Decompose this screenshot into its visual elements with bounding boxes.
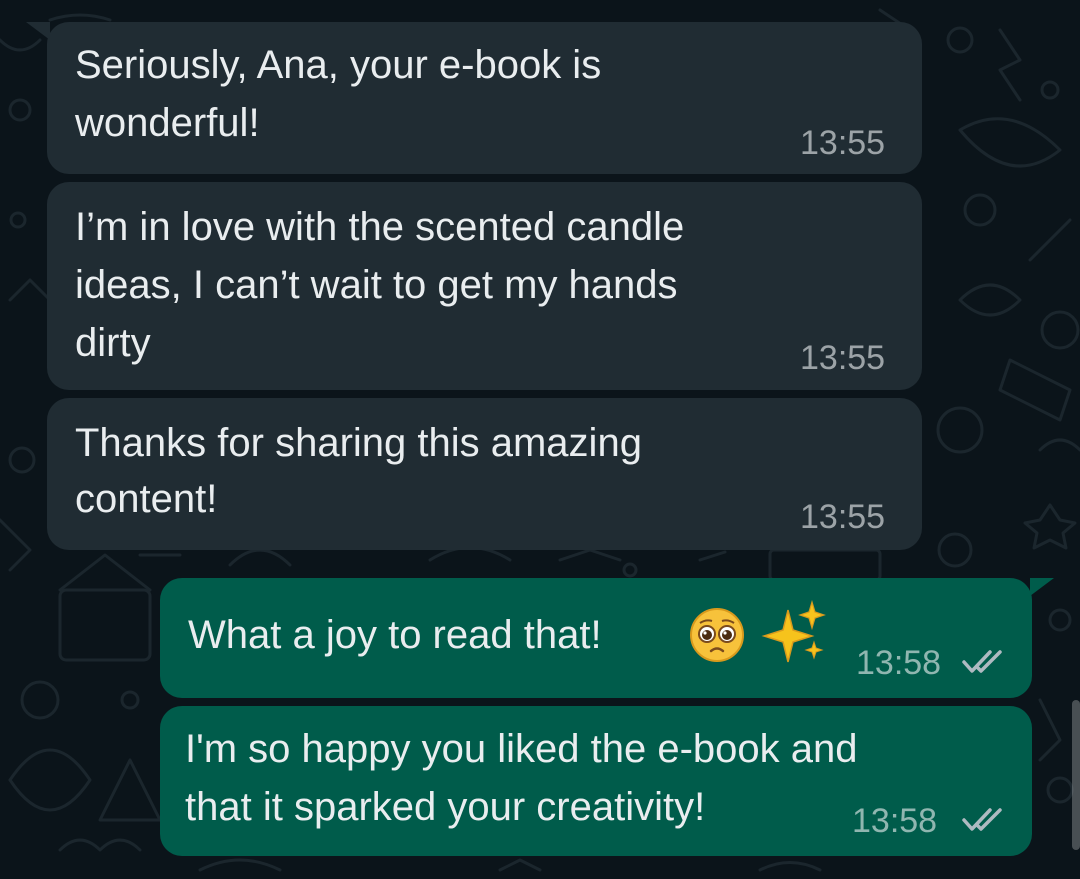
- message-text: that it sparked your creativity!: [185, 785, 706, 829]
- message-text: Seriously, Ana, your e-book is: [75, 43, 602, 87]
- message-timestamp: 13:55: [800, 498, 886, 536]
- message-bubble-outgoing[interactable]: What a joy to read that! 13:58: [160, 578, 1032, 698]
- scrollbar[interactable]: [1072, 700, 1080, 850]
- message-timestamp: 13:58: [856, 644, 942, 682]
- message-timestamp: 13:55: [800, 339, 886, 377]
- pleading-face-icon: [690, 608, 744, 662]
- message-text: wonderful!: [75, 101, 260, 145]
- message-text: ideas, I can’t wait to get my hands: [75, 263, 678, 307]
- read-double-check-icon: [962, 650, 1002, 673]
- message-text: dirty: [75, 321, 151, 365]
- bubble-tail: [1030, 578, 1054, 596]
- message-text: I’m in love with the scented candle: [75, 205, 685, 249]
- message-timestamp: 13:58: [852, 802, 938, 840]
- message-bubble-outgoing[interactable]: I'm so happy you liked the e-book and th…: [160, 706, 1032, 856]
- message-text: content!: [75, 477, 218, 521]
- sparkles-icon: [761, 600, 826, 663]
- bubble-tail: [26, 22, 50, 40]
- message-bubble-incoming[interactable]: Thanks for sharing this amazing content!…: [47, 398, 922, 550]
- message-timestamp: 13:55: [800, 124, 886, 162]
- message-text: What a joy to read that!: [188, 613, 602, 657]
- read-double-check-icon: [962, 808, 1002, 831]
- message-bubble-incoming[interactable]: Seriously, Ana, your e-book is wonderful…: [47, 22, 922, 174]
- message-text: I'm so happy you liked the e-book and: [185, 727, 858, 771]
- message-bubble-incoming[interactable]: I’m in love with the scented candle idea…: [47, 182, 922, 390]
- message-text: Thanks for sharing this amazing: [75, 421, 642, 465]
